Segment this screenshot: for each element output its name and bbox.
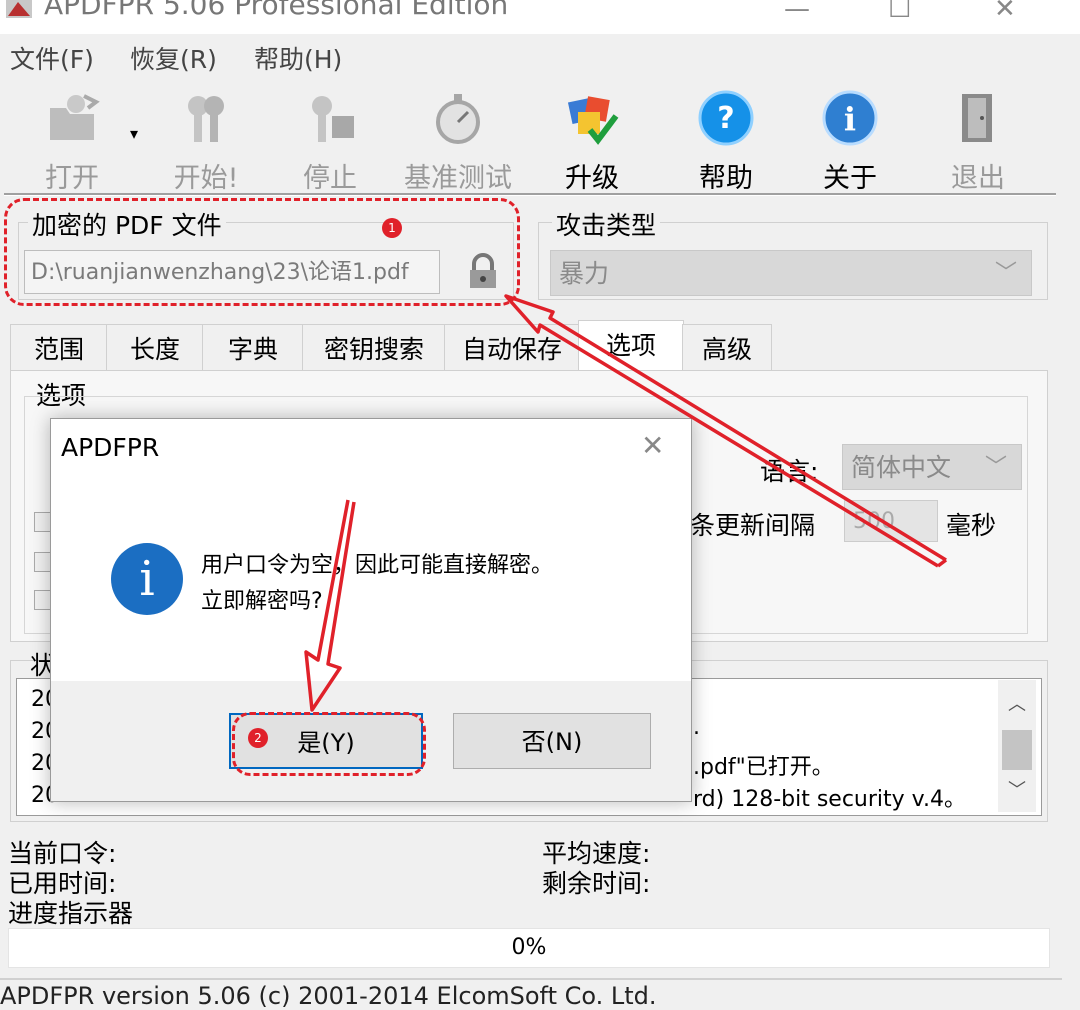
info-icon: i [111, 543, 183, 615]
tab-key-search[interactable]: 密钥搜索 [302, 324, 446, 371]
start-button[interactable]: 开始! [156, 80, 256, 195]
svg-text:i: i [844, 100, 856, 138]
tab-autosave[interactable]: 自动保存 [444, 324, 580, 371]
upgrade-icon [564, 90, 620, 146]
svg-text:?: ? [717, 101, 734, 136]
chevron-down-icon: ﹀ [984, 455, 1007, 480]
tab-advanced[interactable]: 高级 [682, 324, 772, 371]
benchmark-button[interactable]: 基准测试 [400, 80, 516, 195]
upgrade-button[interactable]: 升级 [542, 80, 642, 195]
progress-indicator-label: 进度指示器 [8, 899, 134, 928]
menu-help[interactable]: 帮助(H) [254, 40, 342, 76]
upgrade-label: 升级 [565, 163, 619, 194]
help-label: 帮助 [699, 163, 753, 194]
tab-dictionary[interactable]: 字典 [202, 324, 304, 371]
tab-range[interactable]: 范围 [10, 324, 108, 371]
interval-unit-label: 毫秒 [946, 511, 997, 540]
info-icon: i [822, 90, 878, 146]
scroll-up-icon[interactable]: ︿ [1008, 690, 1026, 716]
remaining-time-label: 剩余时间: [542, 869, 651, 898]
log-fragment: .pdf"已打开。 [693, 755, 834, 780]
help-button[interactable]: ? 帮助 [676, 80, 776, 195]
progress-bar: 0% [8, 928, 1050, 968]
open-folder-icon [44, 90, 100, 146]
annotation-badge-1: 1 [382, 218, 402, 238]
toolbar: 打开 ▾ 开始! 停止 基准测试 升级 ? 帮助 i 关于 退出 [0, 80, 1062, 195]
scroll-down-icon[interactable]: ﹀ [1008, 776, 1026, 802]
chevron-down-icon: ﹀ [994, 261, 1017, 286]
language-label: 语言: [760, 457, 819, 486]
menu-file[interactable]: 文件(F) [10, 40, 94, 76]
tab-length[interactable]: 长度 [106, 324, 204, 371]
maximize-icon[interactable]: ☐ [888, 0, 911, 24]
log-fragment: rd) 128-bit security v.4。 [693, 787, 966, 812]
open-label: 打开 [45, 163, 99, 194]
exit-door-icon [950, 90, 1006, 146]
log-scrollbar[interactable]: ︿ ﹀ [998, 680, 1036, 812]
progress-text: 0% [511, 935, 547, 960]
status-divider [0, 978, 1062, 980]
exit-button[interactable]: 退出 [928, 80, 1028, 195]
dialog-close-icon[interactable]: ✕ [641, 429, 664, 462]
dialog-message-line1: 用户口令为空，因此可能直接解密。 [201, 553, 554, 578]
start-label: 开始! [173, 163, 239, 194]
about-button[interactable]: i 关于 [800, 80, 900, 195]
toolbar-divider [4, 193, 1056, 196]
keys-stop-icon [302, 90, 358, 146]
exit-label: 退出 [951, 163, 1005, 194]
stop-button[interactable]: 停止 [280, 80, 380, 195]
attack-type-select[interactable]: 暴力 ﹀ [550, 250, 1032, 296]
no-button[interactable]: 否(N) [453, 713, 651, 769]
close-icon[interactable]: ✕ [994, 0, 1016, 24]
language-value: 简体中文 [851, 453, 952, 482]
stop-label: 停止 [303, 163, 357, 194]
dialog-message-line2: 立即解密吗? [201, 589, 323, 614]
app-icon [4, 0, 34, 18]
annotation-badge-2: 2 [248, 728, 268, 748]
benchmark-label: 基准测试 [404, 163, 512, 194]
log-fragment: . [693, 715, 700, 740]
about-label: 关于 [823, 163, 877, 194]
minimize-icon[interactable]: — [784, 0, 810, 24]
open-button[interactable]: 打开 [22, 80, 122, 195]
dialog-title: APDFPR [61, 433, 160, 462]
window-title: APDFPR 5.06 Professional Edition [44, 0, 509, 21]
keys-icon [178, 90, 234, 146]
attack-type-value: 暴力 [559, 259, 610, 288]
update-interval-input[interactable]: 500 [844, 500, 938, 542]
language-select[interactable]: 简体中文 ﹀ [842, 444, 1022, 490]
tab-options[interactable]: 选项 [578, 320, 684, 373]
stopwatch-icon [430, 90, 486, 146]
update-interval-label: 条更新间隔 [690, 511, 816, 540]
open-dropdown-icon[interactable]: ▾ [130, 124, 138, 143]
help-icon: ? [698, 90, 754, 146]
annotation-box-1 [4, 198, 520, 306]
scroll-thumb[interactable] [1002, 730, 1032, 770]
attack-type-label: 攻击类型 [552, 206, 661, 242]
menu-restore[interactable]: 恢复(R) [130, 40, 217, 76]
